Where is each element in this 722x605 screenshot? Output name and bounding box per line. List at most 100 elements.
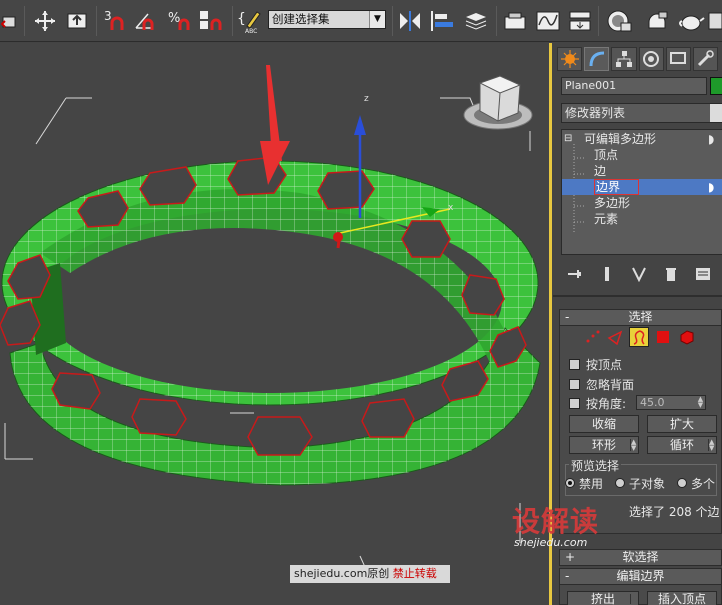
collapse-icon[interactable]: ⊟: [564, 131, 572, 147]
tab-modify[interactable]: [584, 47, 610, 71]
stack-item-edge[interactable]: 边: [562, 163, 722, 179]
radio-button[interactable]: [615, 478, 625, 488]
ignore-backfacing-label: 忽略背面: [586, 377, 635, 392]
configure-sets-icon[interactable]: [687, 264, 719, 284]
tab-motion[interactable]: [638, 47, 664, 71]
chevron-down-icon: [710, 104, 722, 122]
edit-named-sets-icon[interactable]: {ABC: [236, 7, 266, 35]
select-object-icon[interactable]: [64, 7, 90, 35]
settings-icon[interactable]: [630, 594, 636, 604]
named-selection-set-dropdown[interactable]: 创建选择集 ▼: [268, 10, 386, 29]
preview-subobject-label: 子对象: [629, 476, 666, 491]
vertex-mode-icon[interactable]: [583, 327, 603, 347]
render-icon[interactable]: [642, 7, 672, 35]
teapot-icon[interactable]: [676, 7, 706, 35]
align-icon[interactable]: [428, 7, 456, 35]
bulb-icon[interactable]: ◗: [708, 131, 714, 147]
angle-spinner[interactable]: 45.0 ▲ ▼: [636, 395, 706, 410]
border-mode-icon[interactable]: [629, 327, 649, 347]
gizmo-z-label: z: [364, 94, 369, 104]
edge-mode-icon[interactable]: [605, 327, 625, 347]
render-frame-icon[interactable]: [708, 7, 722, 35]
selection-rollout-header[interactable]: - 选择: [559, 309, 722, 326]
stack-item-vertex[interactable]: 顶点: [562, 147, 722, 163]
spinner-snap-icon[interactable]: [198, 7, 226, 35]
svg-text:{: {: [237, 11, 246, 27]
pin-stack-icon[interactable]: [559, 264, 591, 284]
spinner-arrows-icon[interactable]: ▲ ▼: [708, 439, 714, 452]
checkbox[interactable]: [569, 358, 580, 370]
extrude-button[interactable]: 挤出: [567, 591, 639, 605]
bulb-icon[interactable]: ◗: [708, 179, 714, 195]
material-editor-icon[interactable]: [604, 7, 634, 35]
panel-divider: [553, 295, 722, 297]
radio-button[interactable]: [565, 478, 575, 488]
ignore-backfacing-checkbox[interactable]: 忽略背面: [569, 376, 634, 392]
render-setup-icon[interactable]: [502, 7, 530, 35]
schematic-view-icon[interactable]: [566, 7, 594, 35]
stack-item-polygon[interactable]: 多边形: [562, 195, 722, 211]
layer-manager-icon[interactable]: [462, 7, 490, 35]
edit-borders-rollout-header[interactable]: - 编辑边界: [559, 568, 722, 585]
stack-item-border[interactable]: 边界 ◗: [562, 179, 722, 195]
preview-subobject-radio[interactable]: 子对象: [615, 475, 665, 491]
extrude-label: 挤出: [590, 592, 615, 605]
checkbox[interactable]: [569, 378, 580, 390]
grow-button[interactable]: 扩大: [647, 415, 717, 433]
by-vertex-checkbox[interactable]: 按顶点: [569, 356, 622, 372]
tab-display[interactable]: [665, 47, 691, 71]
angle-value: 45.0: [640, 396, 665, 409]
checkbox[interactable]: [569, 397, 580, 409]
element-mode-icon[interactable]: [677, 327, 697, 347]
brand-watermark: 设解读 shejiedu.com: [512, 500, 622, 552]
ring-label: 环形: [591, 438, 616, 452]
stack-item-editable-poly[interactable]: ⊟ 可编辑多边形 ◗: [562, 131, 722, 147]
show-end-result-icon[interactable]: [591, 264, 623, 284]
brand-url: shejiedu.com: [514, 536, 588, 549]
select-move-icon[interactable]: [32, 7, 58, 35]
spinner-arrows-icon[interactable]: ▲ ▼: [696, 396, 705, 409]
viewcube-icon: [463, 75, 533, 130]
by-angle-checkbox[interactable]: 按角度:: [569, 395, 626, 411]
stack-item-label: 多边形: [594, 196, 631, 210]
polygon-mode-icon[interactable]: [653, 327, 673, 347]
preview-off-label: 禁用: [579, 476, 604, 491]
snaps-3d-icon[interactable]: 3: [102, 7, 130, 35]
loop-label: 循环: [669, 438, 694, 452]
loop-button[interactable]: 循环 ▲ ▼: [647, 436, 717, 454]
insert-vertex-button[interactable]: 插入顶点: [647, 591, 717, 605]
stack-root-label: 可编辑多边形: [584, 132, 657, 146]
perspective-viewport[interactable]: z x shejiedu.com原创 禁止转载: [0, 43, 551, 605]
spinner-arrows-icon[interactable]: ▲ ▼: [630, 439, 636, 452]
by-vertex-label: 按顶点: [586, 357, 623, 372]
by-angle-label: 按角度:: [586, 396, 627, 411]
object-name-value: Plane001: [565, 79, 617, 92]
tab-create[interactable]: [557, 47, 583, 71]
curve-editor-icon[interactable]: [534, 7, 562, 35]
collapse-icon: -: [565, 310, 570, 324]
tab-utilities[interactable]: [692, 47, 719, 71]
gizmo-x-label: x: [448, 203, 454, 213]
object-color-swatch[interactable]: [710, 77, 722, 95]
stack-tools: [559, 263, 722, 285]
object-name-field[interactable]: Plane001: [561, 77, 707, 95]
radio-button[interactable]: [677, 478, 687, 488]
stack-item-label: 顶点: [594, 148, 619, 162]
mirror-icon[interactable]: [396, 7, 424, 35]
ring-button[interactable]: 环形 ▲ ▼: [569, 436, 639, 454]
remove-modifier-icon[interactable]: [655, 264, 687, 284]
undo-icon[interactable]: [0, 7, 22, 35]
modifier-list-dropdown[interactable]: 修改器列表: [561, 103, 722, 123]
make-unique-icon[interactable]: [623, 264, 655, 284]
svg-text:3: 3: [104, 9, 112, 23]
svg-text:ABC: ABC: [245, 28, 257, 34]
brand-logo-text: 设解读: [512, 505, 600, 538]
collapse-icon: -: [565, 569, 570, 583]
percent-snap-icon[interactable]: %: [166, 7, 194, 35]
angle-snap-icon[interactable]: [132, 7, 160, 35]
preview-multi-radio[interactable]: 多个: [677, 475, 715, 491]
tab-hierarchy[interactable]: [611, 47, 637, 71]
preview-off-radio[interactable]: 禁用: [565, 475, 603, 491]
stack-item-element[interactable]: 元素: [562, 211, 722, 227]
shrink-button[interactable]: 收缩: [569, 415, 639, 433]
